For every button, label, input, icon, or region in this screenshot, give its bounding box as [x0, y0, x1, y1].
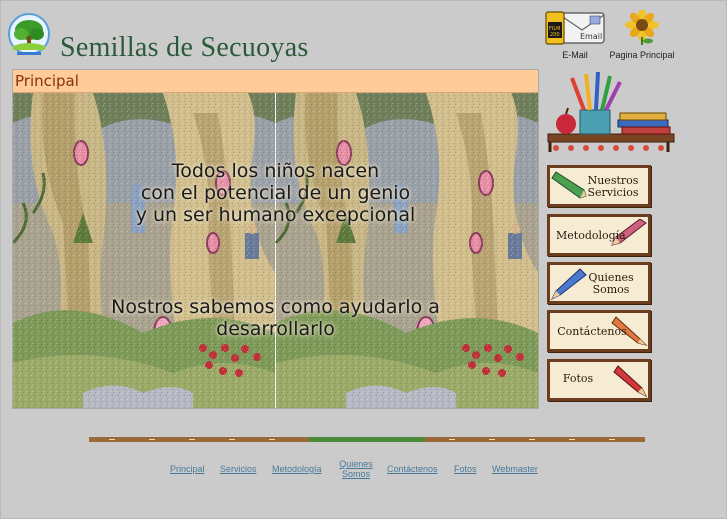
nav-label: Metodología — [556, 229, 626, 242]
sunflower-icon — [625, 8, 659, 45]
main-panel: Principal Todos los niños nacen con el p… — [12, 69, 539, 409]
nav-nuestros-servicios-button[interactable]: Nuestros Servicios — [547, 165, 651, 207]
footer-link-contactenos[interactable]: Contáctenos — [387, 464, 438, 474]
home-link[interactable]: Pagina Principal — [605, 8, 679, 60]
decorative-divider — [89, 437, 645, 442]
footer-link-label: Somos — [341, 469, 370, 479]
tagline-line: Todos los niños nacen — [171, 160, 380, 182]
footer-link-label: Quienes — [339, 459, 373, 469]
forest-illustration — [13, 93, 538, 408]
tagline-line: Nostros sabemos como ayudarlo a — [111, 296, 440, 318]
footer-link-principal[interactable]: Principal — [170, 464, 205, 474]
email-link[interactable]: Email FILM 200 E-Mail — [543, 10, 607, 60]
tagline-line: desarrollarlo — [216, 318, 335, 340]
pencil-icon — [613, 365, 648, 398]
svg-text:200: 200 — [550, 32, 560, 38]
nav-metodologia-button[interactable]: Metodología — [547, 214, 651, 256]
panel-title: Principal — [13, 70, 538, 93]
footer-link-webmaster[interactable]: Webmaster — [492, 464, 538, 474]
footer-link-servicios[interactable]: Servicios — [220, 464, 257, 474]
footer-link-metodologia[interactable]: Metodología — [272, 464, 322, 474]
email-icon: Email FILM 200 — [545, 11, 605, 45]
home-label: Pagina Principal — [609, 50, 675, 60]
nav-label: Fotos — [562, 372, 594, 385]
school-shelf-icon — [547, 71, 675, 152]
tagline-top: Todos los niños nacen con el potencial d… — [13, 160, 538, 226]
footer-link-fotos[interactable]: Fotos — [454, 464, 477, 474]
tagline-line: con el potencial de un genio — [140, 182, 411, 204]
footer-link-quienes-somos[interactable]: Quienes Somos — [337, 459, 375, 479]
tree-logo-icon[interactable] — [7, 12, 51, 58]
nav-quienes-somos-button[interactable]: Quienes Somos — [547, 262, 651, 304]
email-label: E-Mail — [562, 50, 588, 60]
footer-nav: Principal Servicios Metodología Quienes … — [0, 458, 727, 482]
nav-contactenos-button[interactable]: Contáctenos — [547, 310, 651, 352]
site-title: Semillas de Secuoyas — [60, 32, 309, 63]
nav-fotos-button[interactable]: Fotos — [547, 359, 651, 401]
email-icon-text: Email — [580, 32, 602, 41]
tagline-line: y un ser humano excepcional — [135, 204, 416, 226]
nav-label: Contáctenos — [557, 325, 627, 338]
nav-label: Somos — [592, 283, 630, 296]
nav-label: Servicios — [587, 186, 639, 199]
forest-background: Todos los niños nacen con el potencial d… — [13, 93, 538, 408]
tagline-bottom: Nostros sabemos como ayudarlo a desarrol… — [13, 296, 538, 340]
